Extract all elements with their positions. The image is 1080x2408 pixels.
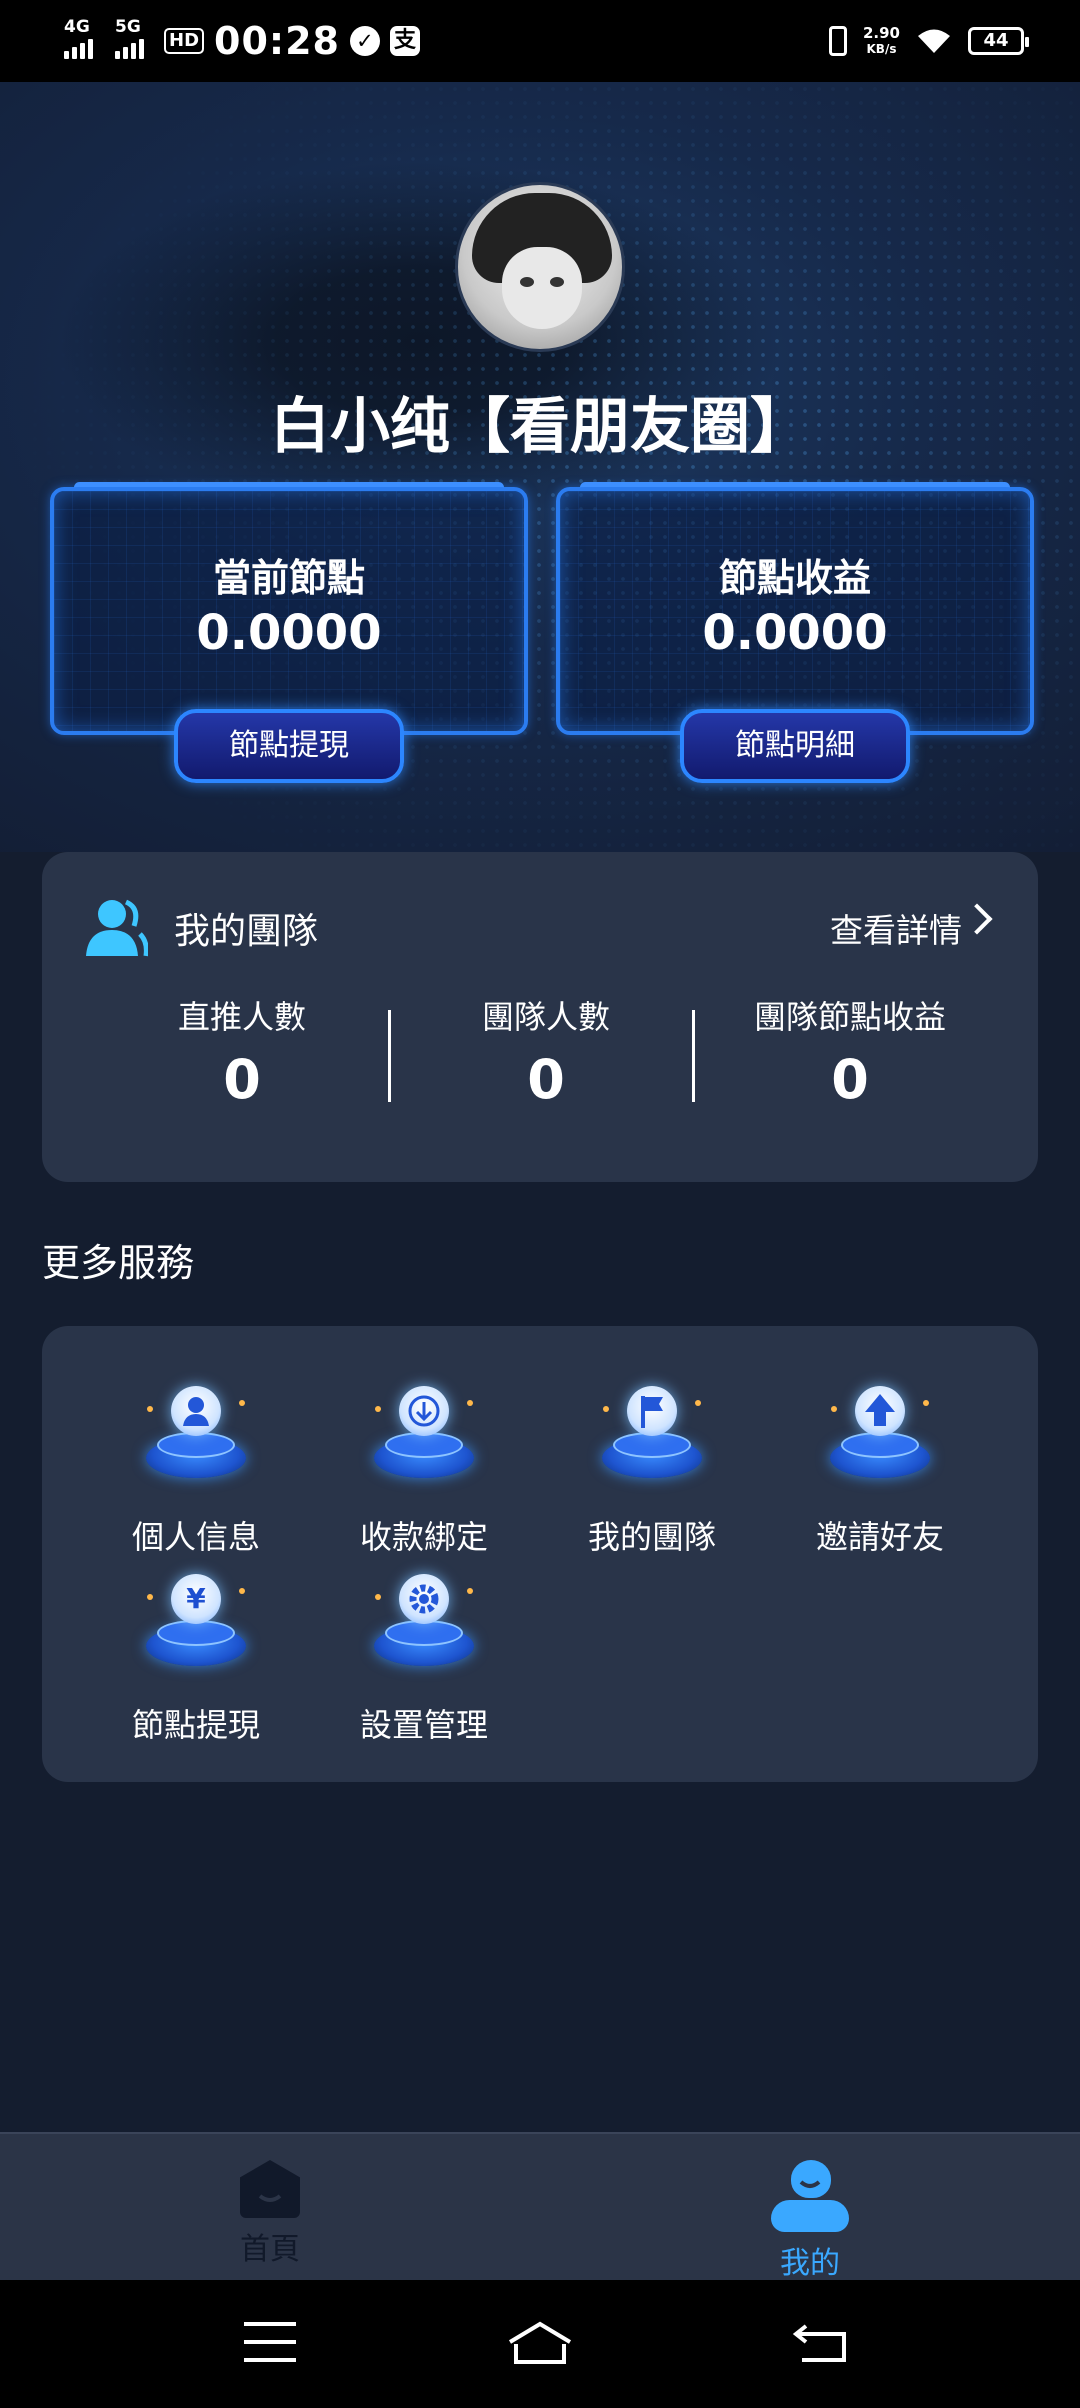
stat-label: 直推人數 (177, 998, 306, 1036)
network-type-4g: 4G (64, 17, 90, 37)
view-details-link[interactable]: 查看詳情 (830, 904, 962, 952)
direct-referrals-stat: 直推人數 0 (92, 992, 392, 1111)
team-members-stat: 團隊人數 0 (396, 992, 696, 1111)
team-icon (86, 899, 148, 957)
service-personal-info[interactable]: 個人信息 (82, 1386, 310, 1558)
stat-label: 團隊節點收益 (753, 998, 946, 1036)
stat-divider (388, 1010, 391, 1102)
tab-home[interactable]: 首頁 (170, 2160, 370, 2268)
node-details-button[interactable]: 節點明細 (680, 709, 910, 783)
network-speed: 2.90 KB/s (862, 24, 900, 56)
home-nav-icon[interactable] (506, 2320, 574, 2366)
network-type-5g: 5G (115, 17, 141, 37)
hd-voice-icon: HD (164, 28, 205, 54)
battery-level: 44 (983, 30, 1009, 51)
current-node-card: 當前節點 0.0000 節點提現 (50, 482, 528, 783)
team-node-earnings-stat: 團隊節點收益 0 (700, 992, 1000, 1111)
battery-icon: 44 (968, 27, 1029, 55)
system-navigation-bar (0, 2280, 1080, 2408)
cellular-signal-4g-icon: 4G (64, 17, 93, 59)
check-badge-icon: ✓ (349, 26, 380, 56)
service-node-withdraw[interactable]: ¥ 節點提現 (82, 1574, 310, 1746)
avatar[interactable] (455, 182, 625, 352)
tab-mine[interactable]: 我的 (710, 2160, 910, 2282)
status-bar: 4G 5G HD 00:28 ✓ 支 2.90 KB/s 44 (0, 0, 1080, 82)
stat-divider (692, 1010, 695, 1102)
yen-coin-icon: ¥ (141, 1574, 251, 1684)
username: 白小纯【看朋友圈】 (270, 392, 810, 462)
gear-icon (369, 1574, 479, 1684)
bottom-tab-bar: 首頁 我的 (0, 2132, 1080, 2282)
vibrate-icon (828, 26, 847, 56)
service-my-team[interactable]: 我的團隊 (538, 1386, 766, 1558)
cellular-signal-5g-icon: 5G (115, 17, 144, 59)
service-label: 設置管理 (359, 1706, 488, 1744)
current-node-title: 當前節點 (212, 556, 365, 600)
alipay-icon: 支 (389, 26, 420, 56)
service-settings[interactable]: 設置管理 (310, 1574, 538, 1746)
service-label: 我的團隊 (587, 1518, 716, 1556)
stat-value: 0 (831, 1048, 869, 1111)
service-label: 個人信息 (131, 1518, 260, 1556)
stat-value: 0 (527, 1048, 565, 1111)
node-earnings-value: 0.0000 (702, 605, 888, 661)
node-earnings-title: 節點收益 (718, 556, 871, 600)
my-team-card: 我的團隊 查看詳情 直推人數 0 團隊人數 0 團隊節點收益 0 (42, 852, 1038, 1182)
home-icon (240, 2160, 300, 2218)
current-node-value: 0.0000 (196, 605, 382, 661)
services-grid: 個人信息 收款綁定 我的團隊 邀請好友 ¥ 節點提現 設置管理 (42, 1326, 1038, 1782)
tab-label: 首頁 (240, 2232, 300, 2267)
stat-label: 團隊人數 (481, 998, 610, 1036)
profile-icon (771, 2160, 849, 2232)
upload-arrow-icon (825, 1386, 935, 1496)
service-label: 邀請好友 (815, 1518, 944, 1556)
menu-icon[interactable] (244, 2322, 296, 2362)
profile-hero: 白小纯【看朋友圈】 當前節點 0.0000 節點提現 節點收益 0.0000 節… (0, 82, 1080, 852)
user-icon (141, 1386, 251, 1496)
service-label: 節點提現 (131, 1706, 260, 1744)
team-title: 我的團隊 (174, 911, 319, 952)
download-icon (369, 1386, 479, 1496)
service-payment-binding[interactable]: 收款綁定 (310, 1386, 538, 1558)
tab-label: 我的 (780, 2246, 840, 2281)
service-invite-friends[interactable]: 邀請好友 (766, 1386, 994, 1558)
clock-time: 00:28 (214, 19, 340, 63)
more-services-title: 更多服務 (42, 1241, 195, 1285)
node-earnings-card: 節點收益 0.0000 節點明細 (556, 482, 1034, 783)
flag-icon (597, 1386, 707, 1496)
service-label: 收款綁定 (359, 1518, 488, 1556)
node-withdraw-button[interactable]: 節點提現 (174, 709, 404, 783)
wifi-icon (918, 29, 950, 53)
stat-value: 0 (223, 1048, 261, 1111)
back-icon[interactable] (792, 2322, 848, 2364)
chevron-right-icon[interactable] (961, 903, 993, 935)
